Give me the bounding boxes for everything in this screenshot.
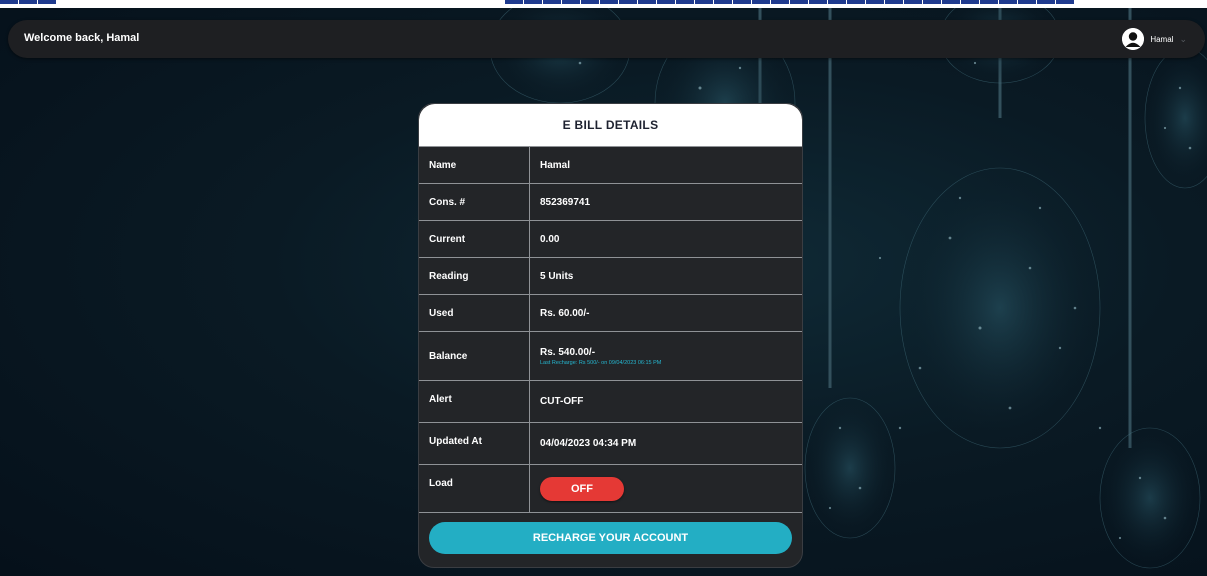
- table-row-reading: Reading 5 Units: [419, 257, 802, 294]
- recharge-account-button[interactable]: RECHARGE YOUR ACCOUNT: [429, 522, 792, 554]
- balance-value: Rs. 540.00/-: [540, 346, 596, 358]
- row-label: Alert: [419, 381, 530, 422]
- consumer-number-value: 852369741: [540, 196, 591, 208]
- row-label: Reading: [419, 258, 530, 294]
- table-row-load: Load OFF: [419, 464, 802, 512]
- user-name-label[interactable]: Hamal: [1150, 35, 1173, 44]
- user-menu[interactable]: Hamal ⌄: [1122, 27, 1187, 51]
- reading-value: 5 Units: [540, 270, 574, 282]
- row-label: Name: [419, 147, 530, 183]
- table-row-name: Name Hamal: [419, 146, 802, 183]
- row-label: Cons. #: [419, 184, 530, 220]
- card-title: E BILL DETAILS: [562, 118, 659, 132]
- table-row-current: Current 0.00: [419, 220, 802, 257]
- load-status-toggle[interactable]: OFF: [540, 476, 624, 501]
- welcome-message: Welcome back, Hamal: [24, 32, 140, 44]
- row-label: Updated At: [419, 423, 530, 464]
- table-row-balance: Balance Rs. 540.00/- Last Recharge: Rs 5…: [419, 331, 802, 380]
- used-amount-value: Rs. 60.00/-: [540, 307, 590, 319]
- table-row-updated-at: Updated At 04/04/2023 04:34 PM: [419, 422, 802, 464]
- top-strip: ▬▬▬ ▬▬▬▬▬▬▬▬▬▬▬▬▬▬▬▬▬▬▬▬▬▬▬▬▬▬▬▬▬▬: [0, 0, 1207, 8]
- alert-value: CUT-OFF: [540, 396, 584, 407]
- table-row-used: Used Rs. 60.00/-: [419, 294, 802, 331]
- last-recharge-note: Last Recharge: Rs 500/- on 09/04/2023 06…: [540, 359, 662, 366]
- updated-at-value: 04/04/2023 04:34 PM: [540, 438, 637, 449]
- clipped-banner-right: ▬▬▬▬▬▬▬▬▬▬▬▬▬▬▬▬▬▬▬▬▬▬▬▬▬▬▬▬▬▬: [505, 0, 1075, 8]
- user-avatar-icon[interactable]: [1122, 28, 1145, 50]
- clipped-banner-left: ▬▬▬: [0, 0, 57, 8]
- current-value: 0.00: [540, 233, 560, 245]
- load-cell: OFF: [530, 465, 802, 512]
- table-row-consumer-number: Cons. # 852369741: [419, 183, 802, 220]
- e-bill-details-card: E BILL DETAILS Name Hamal Cons. # 852369…: [418, 103, 803, 568]
- consumer-name-value: Hamal: [540, 159, 571, 171]
- row-label: Balance: [419, 332, 530, 380]
- card-header: E BILL DETAILS: [419, 104, 802, 146]
- row-label: Load: [419, 465, 530, 512]
- row-label: Used: [419, 295, 530, 331]
- table-row-alert: Alert CUT-OFF: [419, 380, 802, 422]
- chevron-down-icon[interactable]: ⌄: [1179, 35, 1187, 45]
- app-screen: Welcome back, Hamal Hamal ⌄ E BILL DETAI…: [0, 8, 1207, 576]
- recharge-section: RECHARGE YOUR ACCOUNT: [419, 512, 802, 567]
- row-label: Current: [419, 221, 530, 257]
- balance-cell: Rs. 540.00/- Last Recharge: Rs 500/- on …: [530, 332, 802, 380]
- top-navigation-bar: Welcome back, Hamal Hamal ⌄: [8, 20, 1205, 58]
